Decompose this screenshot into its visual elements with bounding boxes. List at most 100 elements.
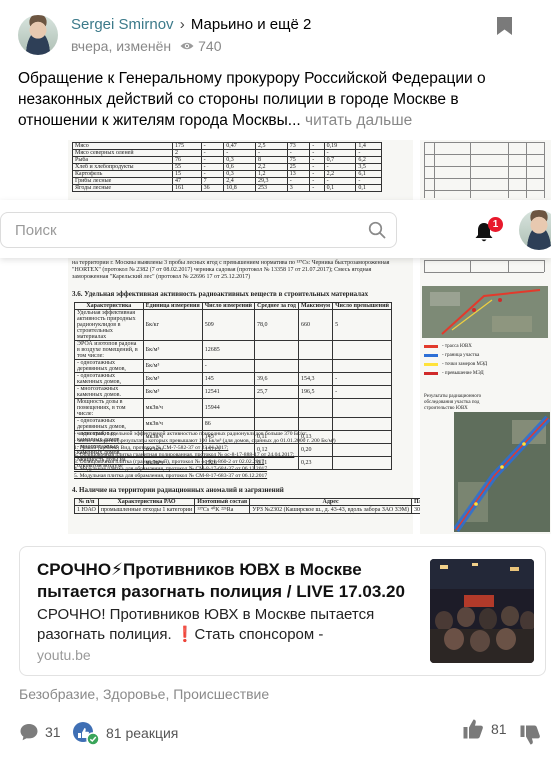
doc-table-cell: 13	[286, 170, 311, 178]
link-card[interactable]: СРОЧНО⚡Противников ЮВХ в Москве пытается…	[19, 546, 546, 676]
doc-table-cell: 1,2	[254, 170, 288, 178]
doc-table-cell: 0,3	[223, 170, 256, 178]
doc-table-cell: -	[323, 149, 357, 157]
legend-label: - точки замеров МЭД	[442, 362, 488, 367]
doc-table-row: Характеристика Единица измерения Число изм…	[74, 302, 392, 310]
search-icon[interactable]	[368, 221, 386, 239]
author-line: Sergei Smirnov › Марьино и ещё 2	[71, 15, 311, 35]
doc-table-cell: Единица измерения	[142, 302, 203, 310]
doc-note: 4. Модульная плитка для обрамления, прот…	[74, 466, 268, 472]
doc-table-cell: Хлеб и хлебопродукты	[72, 163, 173, 171]
doc-table-cell: -	[332, 385, 392, 399]
search-input[interactable]: Поиск	[0, 212, 397, 248]
doc-table-row: Мясо 175-0,47 2,5 73-0,19 1,4	[72, 142, 382, 150]
like-button[interactable]: 81	[462, 718, 507, 740]
doc-table-cell: 73	[286, 142, 311, 150]
author-avatar[interactable]	[18, 15, 58, 55]
action-bar: 31 81 реакция 81	[0, 716, 551, 750]
doc-table-cell: Изотопный состав	[194, 498, 251, 506]
search-bar: Поиск	[0, 200, 551, 258]
link-card-thumbnail[interactable]	[430, 559, 534, 663]
bookmark-icon[interactable]	[496, 16, 513, 36]
link-card-title[interactable]: СРОЧНО⚡Противников ЮВХ в Москве пытается…	[37, 559, 432, 603]
doc-table-cell: 0,1	[323, 184, 357, 192]
doc-table-cell: -	[309, 163, 325, 171]
legend-swatch	[424, 363, 438, 366]
dislike-button[interactable]	[519, 724, 541, 746]
channel-name[interactable]: Марьино и ещё 2	[191, 16, 311, 33]
doc-table-cell: № п/п	[74, 498, 99, 506]
doc-table-cell: -	[201, 359, 256, 373]
author-name[interactable]: Sergei Smirnov	[71, 16, 174, 33]
doc-table-cell: промышленные отходы 1 категории	[97, 505, 196, 514]
doc-table-cell: Бк/м³	[142, 385, 203, 399]
doc-note: 3. Облицовочная плитка (гранит серый), п…	[74, 459, 265, 465]
comment-count: 31	[45, 724, 61, 740]
doc-table-cell	[297, 398, 334, 418]
doc-table-cell: Рыба	[72, 156, 173, 164]
doc-table-cell: -	[309, 156, 325, 164]
link-card-description: СРОЧНО! Противников ЮВХ в Москве пытаетс…	[37, 606, 375, 643]
survey-map-top	[422, 286, 548, 338]
legend-label: - граница участка	[442, 353, 480, 358]
doc-table-cell: -	[200, 149, 225, 157]
document-page-left: на территории г. Москвы выявлены 3 пробы…	[68, 258, 535, 534]
doc-table-row: Ягоды лесные 161 36 10,8 253 3-0,1 0,1	[72, 184, 382, 192]
doc-note: 2. Облицовочная плитка гранитная полиров…	[74, 452, 295, 458]
doc-table-cell: 75	[286, 156, 311, 164]
thumbs-up-icon	[463, 719, 483, 739]
post-text: Обращение к Генеральному прокурору Росси…	[18, 68, 538, 131]
doc-table-cell	[297, 417, 334, 431]
doc-table-cell	[332, 417, 392, 431]
doc-table-row: Удельная эффективная активность природны…	[74, 309, 392, 341]
doc-table-row: ЭРОА изотопов радона в воздухе помещений…	[74, 340, 392, 360]
author-separator: ›	[179, 16, 185, 33]
doc-table-cell: Бк/м³	[142, 359, 203, 373]
doc-table-cell: -	[323, 163, 357, 171]
document-page-left-top: Мясо 175-0,47 2,5 73-0,19 1,4 Мясо северных о…	[68, 140, 413, 200]
doc-table-cell: 25	[286, 163, 311, 171]
doc-table-cell	[254, 417, 299, 431]
doc-table-cell: Характеристика РАО	[97, 498, 196, 506]
doc-table-cell: 0,1	[355, 184, 382, 192]
doc-table-cell: 0,47	[223, 142, 256, 150]
doc-table-cell: Среднее за год	[254, 302, 299, 310]
post-timestamp: вчера, изменён	[71, 38, 172, 54]
read-more-link[interactable]: читать дальше	[305, 112, 412, 129]
comments-button[interactable]: 31	[19, 722, 61, 742]
reaction-count: 81 реакция	[106, 725, 179, 741]
doc-table-cell: 2,4	[223, 177, 256, 185]
user-avatar[interactable]	[519, 210, 551, 250]
doc-table-cell: Картофель	[72, 170, 173, 178]
doc-table-cell: Характеристика	[74, 302, 144, 310]
doc-table-cell: 36	[200, 184, 225, 192]
doc-table-cell: -	[323, 177, 357, 185]
doc-table-row: Хлеб и хлебопродукты 55-0,6 2,2 25- -3,5	[72, 163, 382, 171]
post-tags[interactable]: Безобразие, Здоровье, Происшествие	[19, 686, 269, 702]
doc-table-cell: 2,5	[254, 142, 288, 150]
legend-item: - трасса ЮВХ	[424, 342, 548, 351]
legend-item: - точки замеров МЭД	[424, 360, 548, 369]
doc-note: 1. Гравий (щебень) Вид, протокол № СМ-7-…	[74, 445, 229, 451]
food-radiation-table: Мясо 175-0,47 2,5 73-0,19 1,4 Мясо северных о…	[72, 142, 382, 192]
doc-table-row: - одноэтажных каменных домов, Бк/м³ 145 39,…	[74, 372, 392, 386]
doc-table-row: - одноэтажных деревянных домов, мкЗв/ч 86	[74, 417, 392, 431]
legend-label: - трасса ЮВХ	[442, 344, 472, 349]
doc-table-cell: -	[309, 170, 325, 178]
doc-table-cell: 196,5	[297, 385, 334, 399]
doc-table-cell: 0,19	[323, 142, 357, 150]
document-page-right: - трасса ЮВХ - граница участка - точки зам…	[420, 258, 551, 534]
doc-table-cell	[332, 398, 392, 418]
reactions-button[interactable]: 81 реакция	[72, 720, 178, 746]
doc-table-cell: 253	[254, 184, 288, 192]
doc-table-cell: 6,1	[355, 170, 382, 178]
doc-table-cell	[297, 340, 334, 360]
eye-icon	[180, 42, 194, 50]
doc-table-cell: 3	[286, 184, 311, 192]
doc-table-cell	[332, 359, 392, 373]
doc-table-cell: 2,2	[323, 170, 357, 178]
doc-table-cell: 1,4	[355, 142, 382, 150]
doc-table-cell: ЭРОА изотопов радона в воздухе помещений…	[74, 340, 144, 360]
doc-table-cell: 6,2	[355, 156, 382, 164]
doc-note: 5. Модульная плитка для обрамления, прот…	[74, 473, 268, 479]
